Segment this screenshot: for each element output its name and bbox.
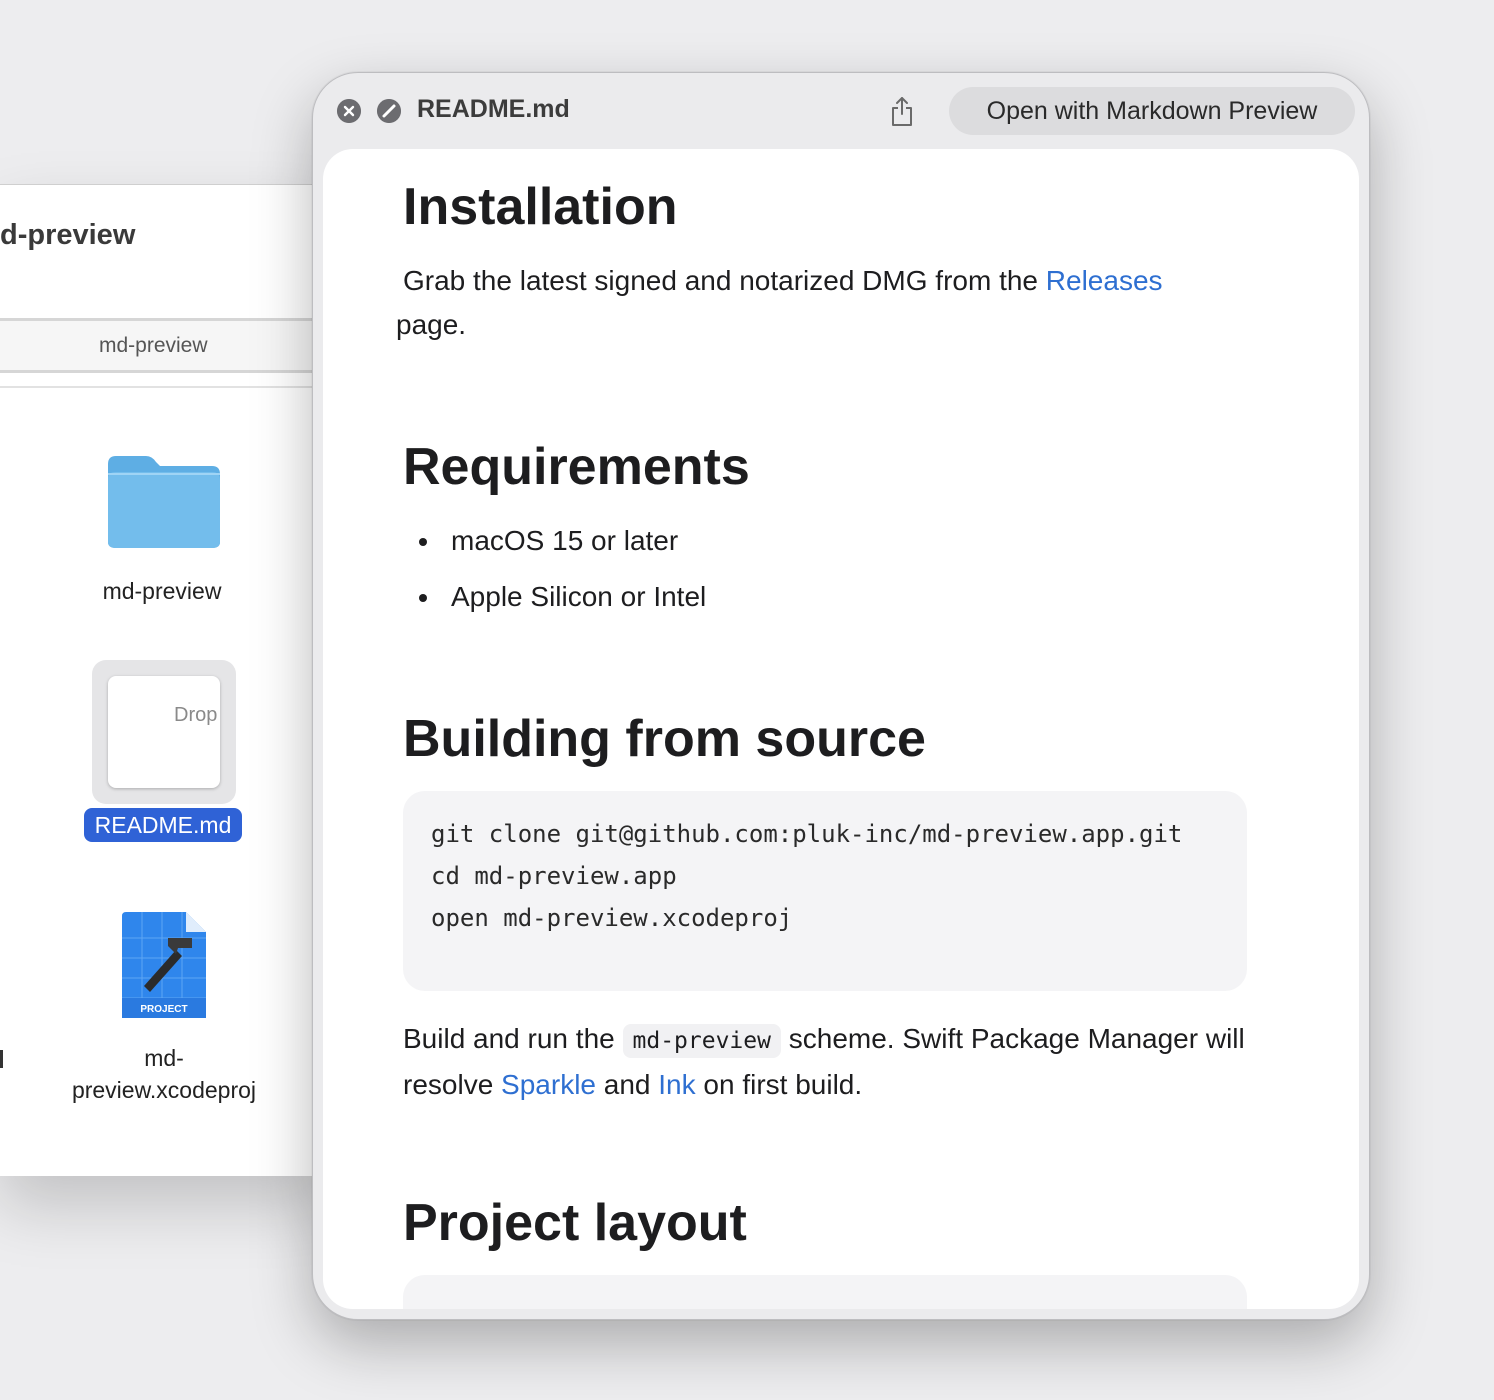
xcodeproj-label[interactable]: md- preview.xcodeproj [44, 1042, 284, 1106]
heading-installation: Installation [403, 178, 678, 236]
finder-path-bar[interactable]: md-preview [0, 318, 330, 373]
readme-label[interactable]: README.md [84, 808, 242, 842]
desktop: d-preview md-preview md-preview Drop REA… [0, 0, 1494, 1400]
open-with-app-button[interactable]: Open with Markdown Preview [949, 87, 1355, 135]
sparkle-link[interactable]: Sparkle [501, 1069, 596, 1100]
divider [0, 386, 330, 388]
close-icon[interactable] [337, 99, 361, 123]
heading-project-layout: Project layout [403, 1194, 747, 1252]
heading-building: Building from source [403, 710, 926, 768]
xcodeproj-icon[interactable]: PROJECT [120, 908, 208, 1022]
building-paragraph: Build and run the md-preview scheme. Swi… [403, 1023, 1245, 1100]
inline-code: md-preview [622, 1024, 781, 1058]
heading-requirements: Requirements [403, 438, 750, 496]
readme-preview-text: Drop [174, 704, 218, 726]
installation-paragraph: Grab the latest signed and notarized DMG… [396, 265, 1163, 340]
list-item: macOS 15 or later [403, 513, 706, 569]
fullscreen-icon[interactable] [377, 99, 401, 123]
xcodeproj-label-line2: preview.xcodeproj [71, 1077, 257, 1103]
code-block-text: git clone git@github.com:pluk-inc/md-pre… [431, 820, 1183, 932]
quicklook-window: README.md Open with Markdown Preview Ins… [312, 72, 1370, 1320]
ink-link[interactable]: Ink [658, 1069, 695, 1100]
path-bar-item[interactable]: md-preview [99, 334, 208, 358]
finder-window-title: d-preview [0, 219, 136, 251]
xcodeproj-label-line1: md- [144, 1045, 184, 1071]
readme-file-icon[interactable]: Drop [108, 676, 220, 788]
share-icon[interactable] [889, 95, 915, 127]
releases-link[interactable]: Releases [1046, 265, 1163, 296]
code-block[interactable]: git clone git@github.com:pluk-inc/md-pre… [403, 791, 1247, 991]
list-item: Apple Silicon or Intel [403, 569, 706, 625]
markdown-preview[interactable]: Installation Grab the latest signed and … [323, 149, 1359, 1309]
code-block[interactable] [403, 1275, 1247, 1309]
requirements-list: macOS 15 or later Apple Silicon or Intel [403, 513, 706, 625]
folder-icon[interactable] [104, 454, 224, 550]
quicklook-title: README.md [417, 95, 570, 123]
offscreen-item-fragment [0, 1050, 3, 1068]
project-badge: PROJECT [140, 1004, 187, 1015]
folder-label[interactable]: md-preview [62, 578, 262, 605]
